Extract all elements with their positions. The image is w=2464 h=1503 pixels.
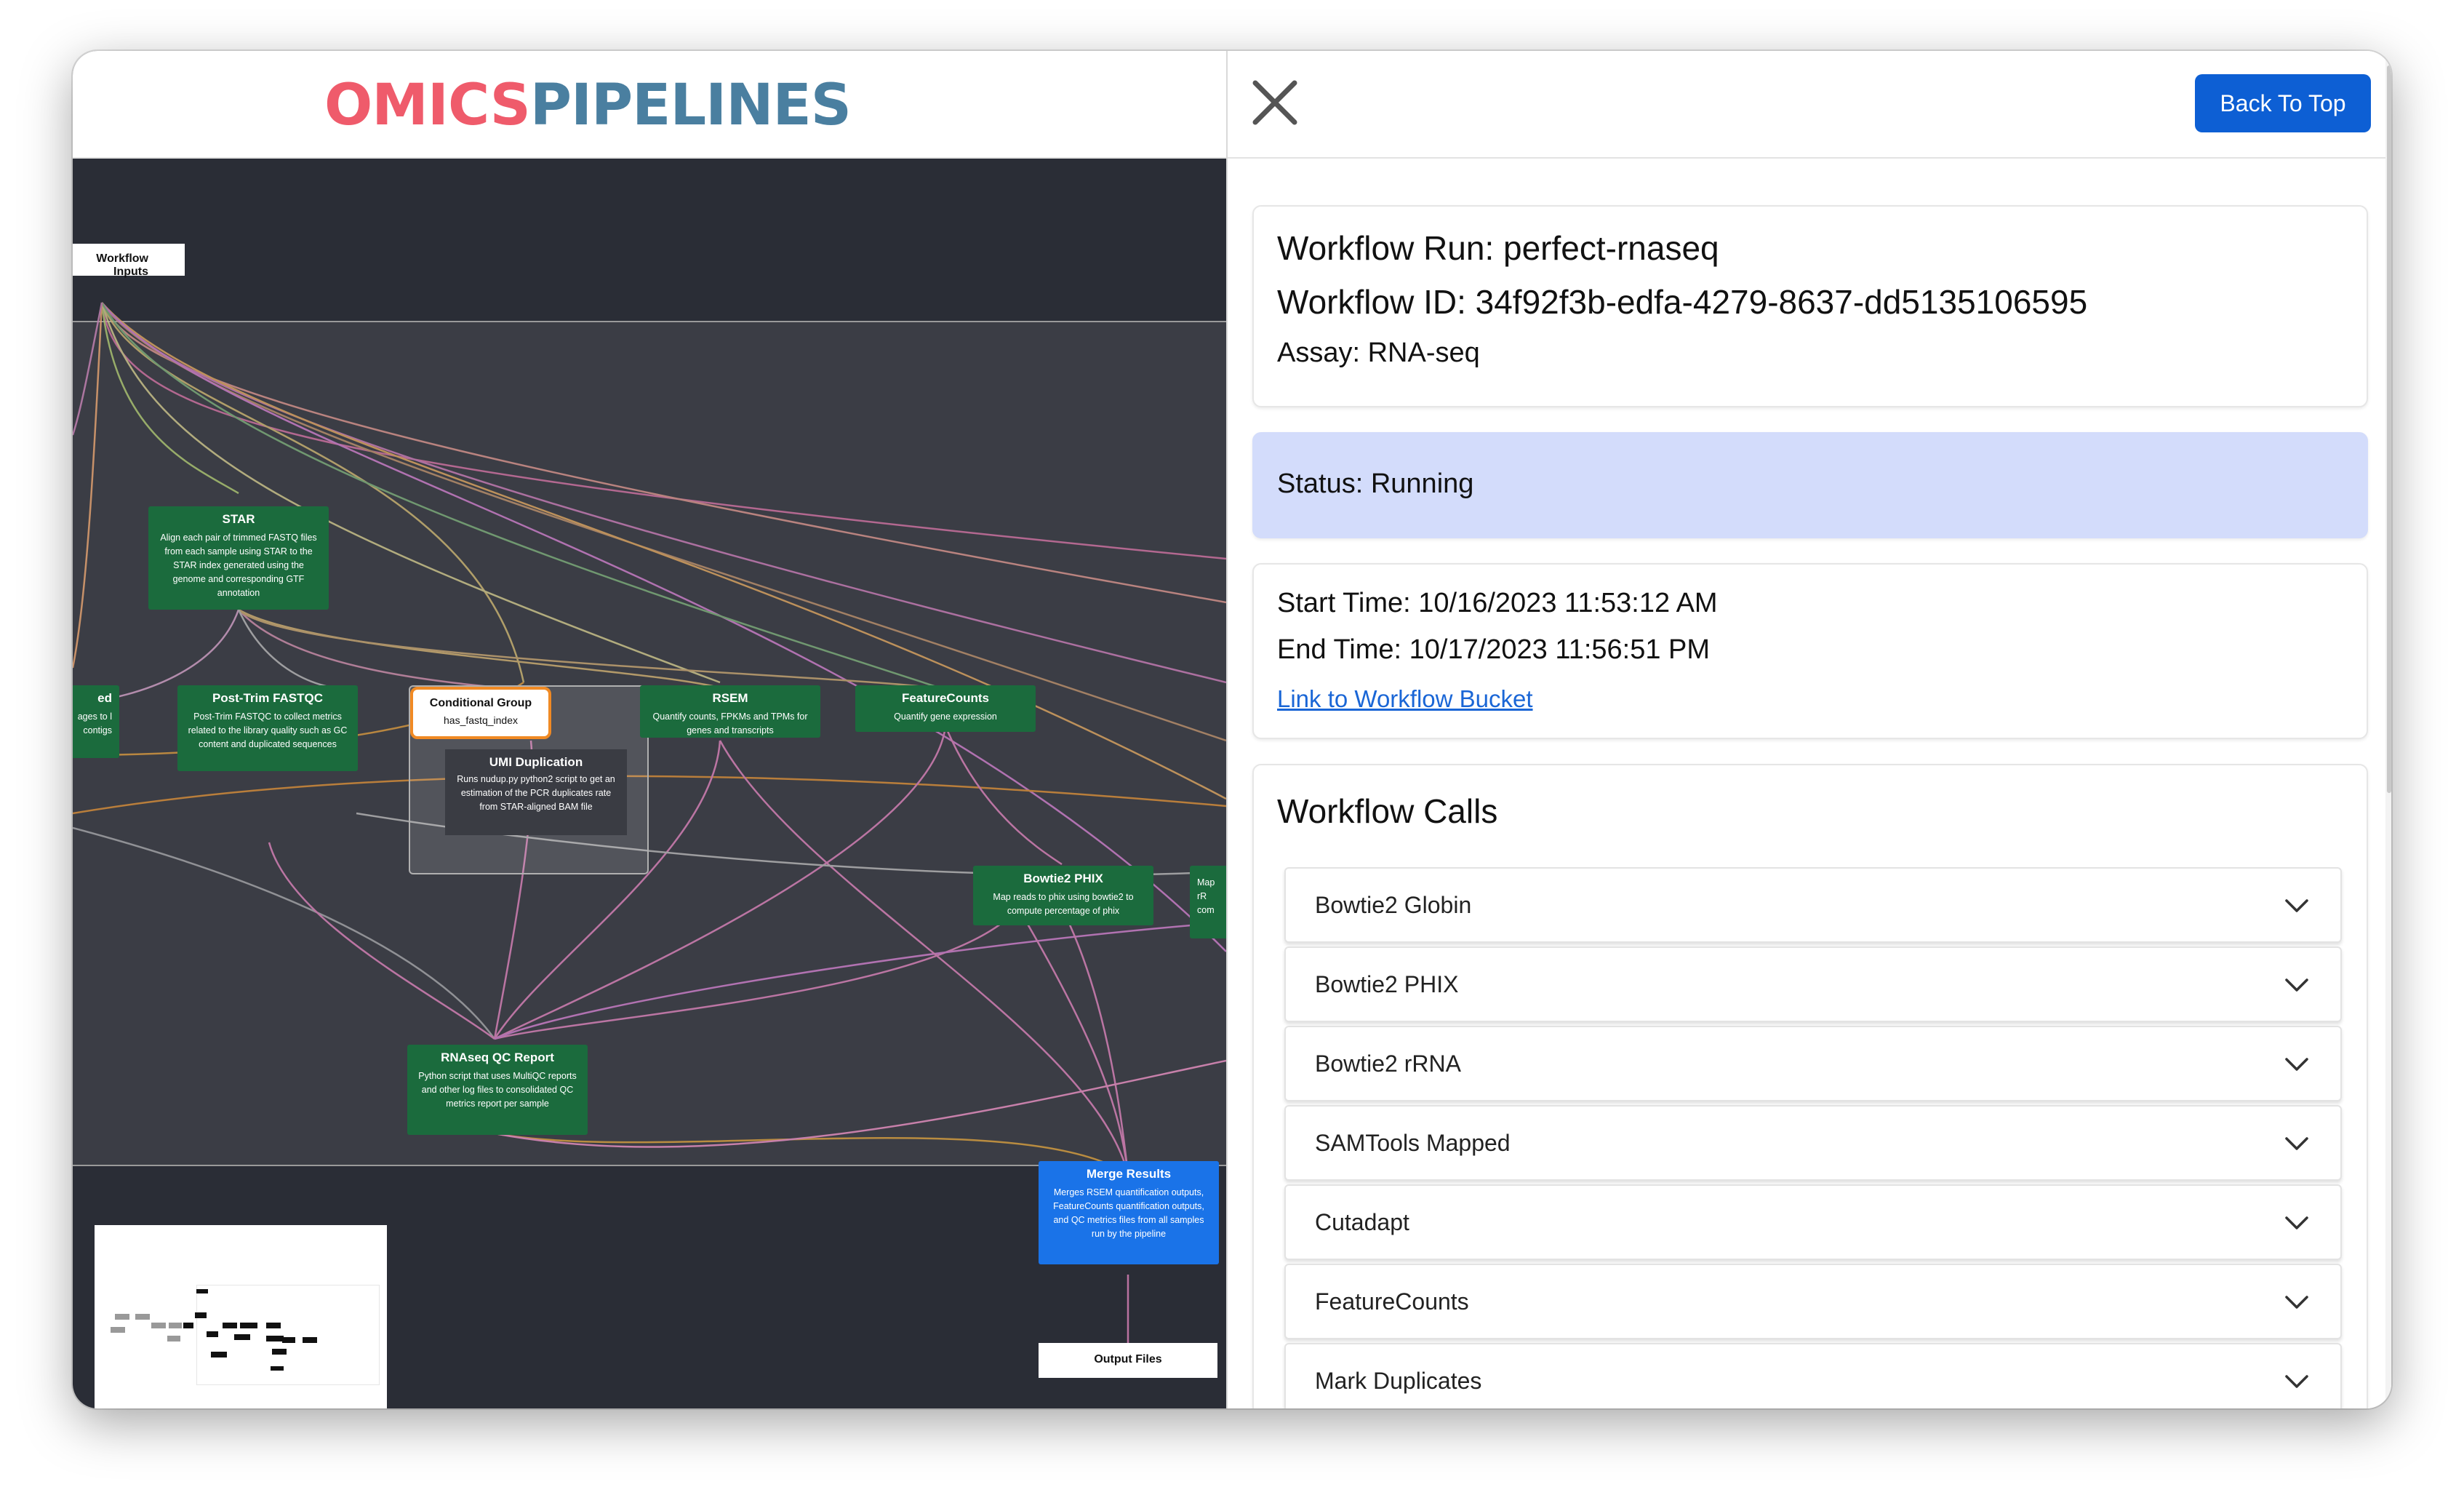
node-star[interactable]: STAR Align each pair of trimmed FASTQ fi… [148, 506, 329, 610]
status-card: Status: Running [1252, 432, 2368, 538]
app-window: OMICSPIPELINES Workflow Inputs STAR Alig… [73, 51, 2391, 1408]
workflow-call-label: Bowtie2 PHIX [1315, 971, 1459, 997]
node-conditional-group-title: Conditional Group [429, 697, 532, 709]
node-merge-results-title: Merge Results [1086, 1167, 1172, 1181]
header-bar: OMICSPIPELINES [73, 51, 1226, 159]
node-rnaseq-qc-report-desc: Python script that uses MultiQC reports … [418, 1071, 577, 1109]
node-offscreen-left-desc: ages to l contigs [77, 711, 112, 735]
node-featurecounts-desc: Quantify gene expression [894, 711, 997, 722]
node-offscreen-right-desc: Map rR com [1197, 877, 1215, 915]
workflow-id: Workflow ID: 34f92f3b-edfa-4279-8637-dd5… [1277, 283, 2088, 321]
node-star-title: STAR [222, 512, 255, 526]
workflow-call-item[interactable]: Bowtie2 Globin [1284, 867, 2342, 943]
workflow-call-item[interactable]: Bowtie2 rRNA [1284, 1026, 2342, 1101]
workflow-inputs-node[interactable]: Workflow Inputs [73, 244, 185, 278]
node-merge-results-desc: Merges RSEM quantification outputs, Feat… [1053, 1187, 1204, 1239]
node-offscreen-left-title: ed [97, 691, 112, 705]
node-rsem[interactable]: RSEM Quantify counts, FPKMs and TPMs for… [640, 685, 820, 738]
workflow-graph-canvas[interactable]: Workflow Inputs STAR Align each pair of … [73, 159, 1226, 1408]
node-rsem-desc: Quantify counts, FPKMs and TPMs for gene… [652, 711, 808, 735]
end-time: End Time: 10/17/2023 11:56:51 PM [1277, 634, 1711, 665]
workflow-call-item[interactable]: Cutadapt [1284, 1184, 2342, 1260]
omics-pipelines-logo[interactable]: OMICSPIPELINES [324, 73, 852, 138]
workflow-call-label: Cutadapt [1315, 1209, 1409, 1235]
chevron-down-icon[interactable] [2282, 971, 2311, 1000]
node-featurecounts-title: FeatureCounts [902, 691, 989, 705]
workflow-call-item[interactable]: Mark Duplicates [1284, 1343, 2342, 1408]
node-rnaseq-qc-report[interactable]: RNAseq QC Report Python script that uses… [407, 1045, 588, 1135]
workflow-call-item[interactable]: SAMTools Mapped [1284, 1105, 2342, 1181]
node-merge-results[interactable]: Merge Results Merges RSEM quantification… [1039, 1161, 1219, 1264]
workflow-calls-card: Workflow Calls Bowtie2 Globin Bowtie2 PHI… [1252, 764, 2368, 1408]
node-conditional-group-desc: has_fastq_index [444, 714, 518, 726]
panel-header-divider [1228, 157, 2391, 159]
workflow-info-card: Workflow Run: perfect-rnaseq Workflow ID… [1252, 205, 2368, 407]
node-umi-duplication[interactable]: UMI Duplication Runs nudup.py python2 sc… [445, 749, 627, 835]
chevron-down-icon[interactable] [2282, 1050, 2311, 1080]
workflow-bucket-link[interactable]: Link to Workflow Bucket [1277, 685, 1533, 713]
time-card: Start Time: 10/16/2023 11:53:12 AM End T… [1252, 563, 2368, 739]
graph-minimap[interactable] [95, 1225, 387, 1408]
node-bowtie2-phix-desc: Map reads to phix using bowtie2 to compu… [993, 892, 1134, 916]
node-post-trim-fastqc-desc: Post-Trim FASTQC to collect metrics rela… [188, 711, 348, 749]
minimap-viewport[interactable] [196, 1285, 380, 1385]
logo-part-omics: OMICS [324, 73, 531, 138]
close-icon[interactable] [1249, 77, 1300, 128]
node-rsem-title: RSEM [712, 691, 748, 705]
node-offscreen-right[interactable]: Map rR com [1190, 866, 1226, 938]
node-post-trim-fastqc-title: Post-Trim FASTQC [212, 691, 324, 705]
workflow-run-name: Workflow Run: perfect-rnaseq [1277, 229, 1719, 267]
chevron-down-icon[interactable] [2282, 892, 2311, 921]
chevron-down-icon[interactable] [2282, 1209, 2311, 1238]
back-to-top-button[interactable]: Back To Top [2195, 74, 2371, 132]
node-umi-duplication-title: UMI Duplication [489, 755, 583, 769]
node-conditional-group[interactable]: Conditional Group has_fastq_index [410, 687, 551, 739]
node-umi-duplication-desc: Runs nudup.py python2 script to get an e… [457, 774, 615, 812]
workflow-detail-panel[interactable]: Back To Top Workflow Run: perfect-rnaseq… [1226, 51, 2391, 1408]
logo-part-pipelines: PIPELINES [529, 73, 852, 138]
workflow-call-item[interactable]: FeatureCounts [1284, 1264, 2342, 1339]
start-time: Start Time: 10/16/2023 11:53:12 AM [1277, 588, 1718, 618]
pipeline-graph-pane: OMICSPIPELINES Workflow Inputs STAR Alig… [73, 51, 1226, 1408]
workflow-call-label: Bowtie2 rRNA [1315, 1050, 1461, 1077]
workflow-assay: Assay: RNA-seq [1277, 338, 1480, 368]
workflow-status: Status: Running [1277, 469, 1474, 499]
chevron-down-icon[interactable] [2282, 1288, 2311, 1317]
panel-scrollbar-thumb[interactable] [2387, 65, 2391, 793]
workflow-inputs-label: Workflow Inputs [96, 252, 148, 278]
workflow-call-item[interactable]: Bowtie2 PHIX [1284, 946, 2342, 1022]
workflow-call-label: SAMTools Mapped [1315, 1130, 1511, 1156]
node-post-trim-fastqc[interactable]: Post-Trim FASTQC Post-Trim FASTQC to col… [177, 685, 358, 771]
node-featurecounts[interactable]: FeatureCounts Quantify gene expression [855, 685, 1036, 732]
node-bowtie2-phix-title: Bowtie2 PHIX [1023, 872, 1103, 885]
workflow-calls-title: Workflow Calls [1277, 792, 1498, 830]
node-bowtie2-phix[interactable]: Bowtie2 PHIX Map reads to phix using bow… [973, 866, 1153, 925]
node-output-files-title: Output Files [1094, 1353, 1162, 1366]
chevron-down-icon[interactable] [2282, 1368, 2311, 1397]
workflow-call-label: Bowtie2 Globin [1315, 892, 1472, 918]
chevron-down-icon[interactable] [2282, 1130, 2311, 1159]
panel-scrollbar[interactable] [2385, 51, 2391, 1408]
node-offscreen-left[interactable]: ed ages to l contigs [73, 685, 119, 758]
node-star-desc: Align each pair of trimmed FASTQ files f… [160, 533, 317, 598]
workflow-call-label: Mark Duplicates [1315, 1368, 1482, 1394]
workflow-call-label: FeatureCounts [1315, 1288, 1469, 1315]
node-output-files[interactable]: Output Files [1039, 1343, 1217, 1378]
node-rnaseq-qc-report-title: RNAseq QC Report [441, 1050, 554, 1064]
